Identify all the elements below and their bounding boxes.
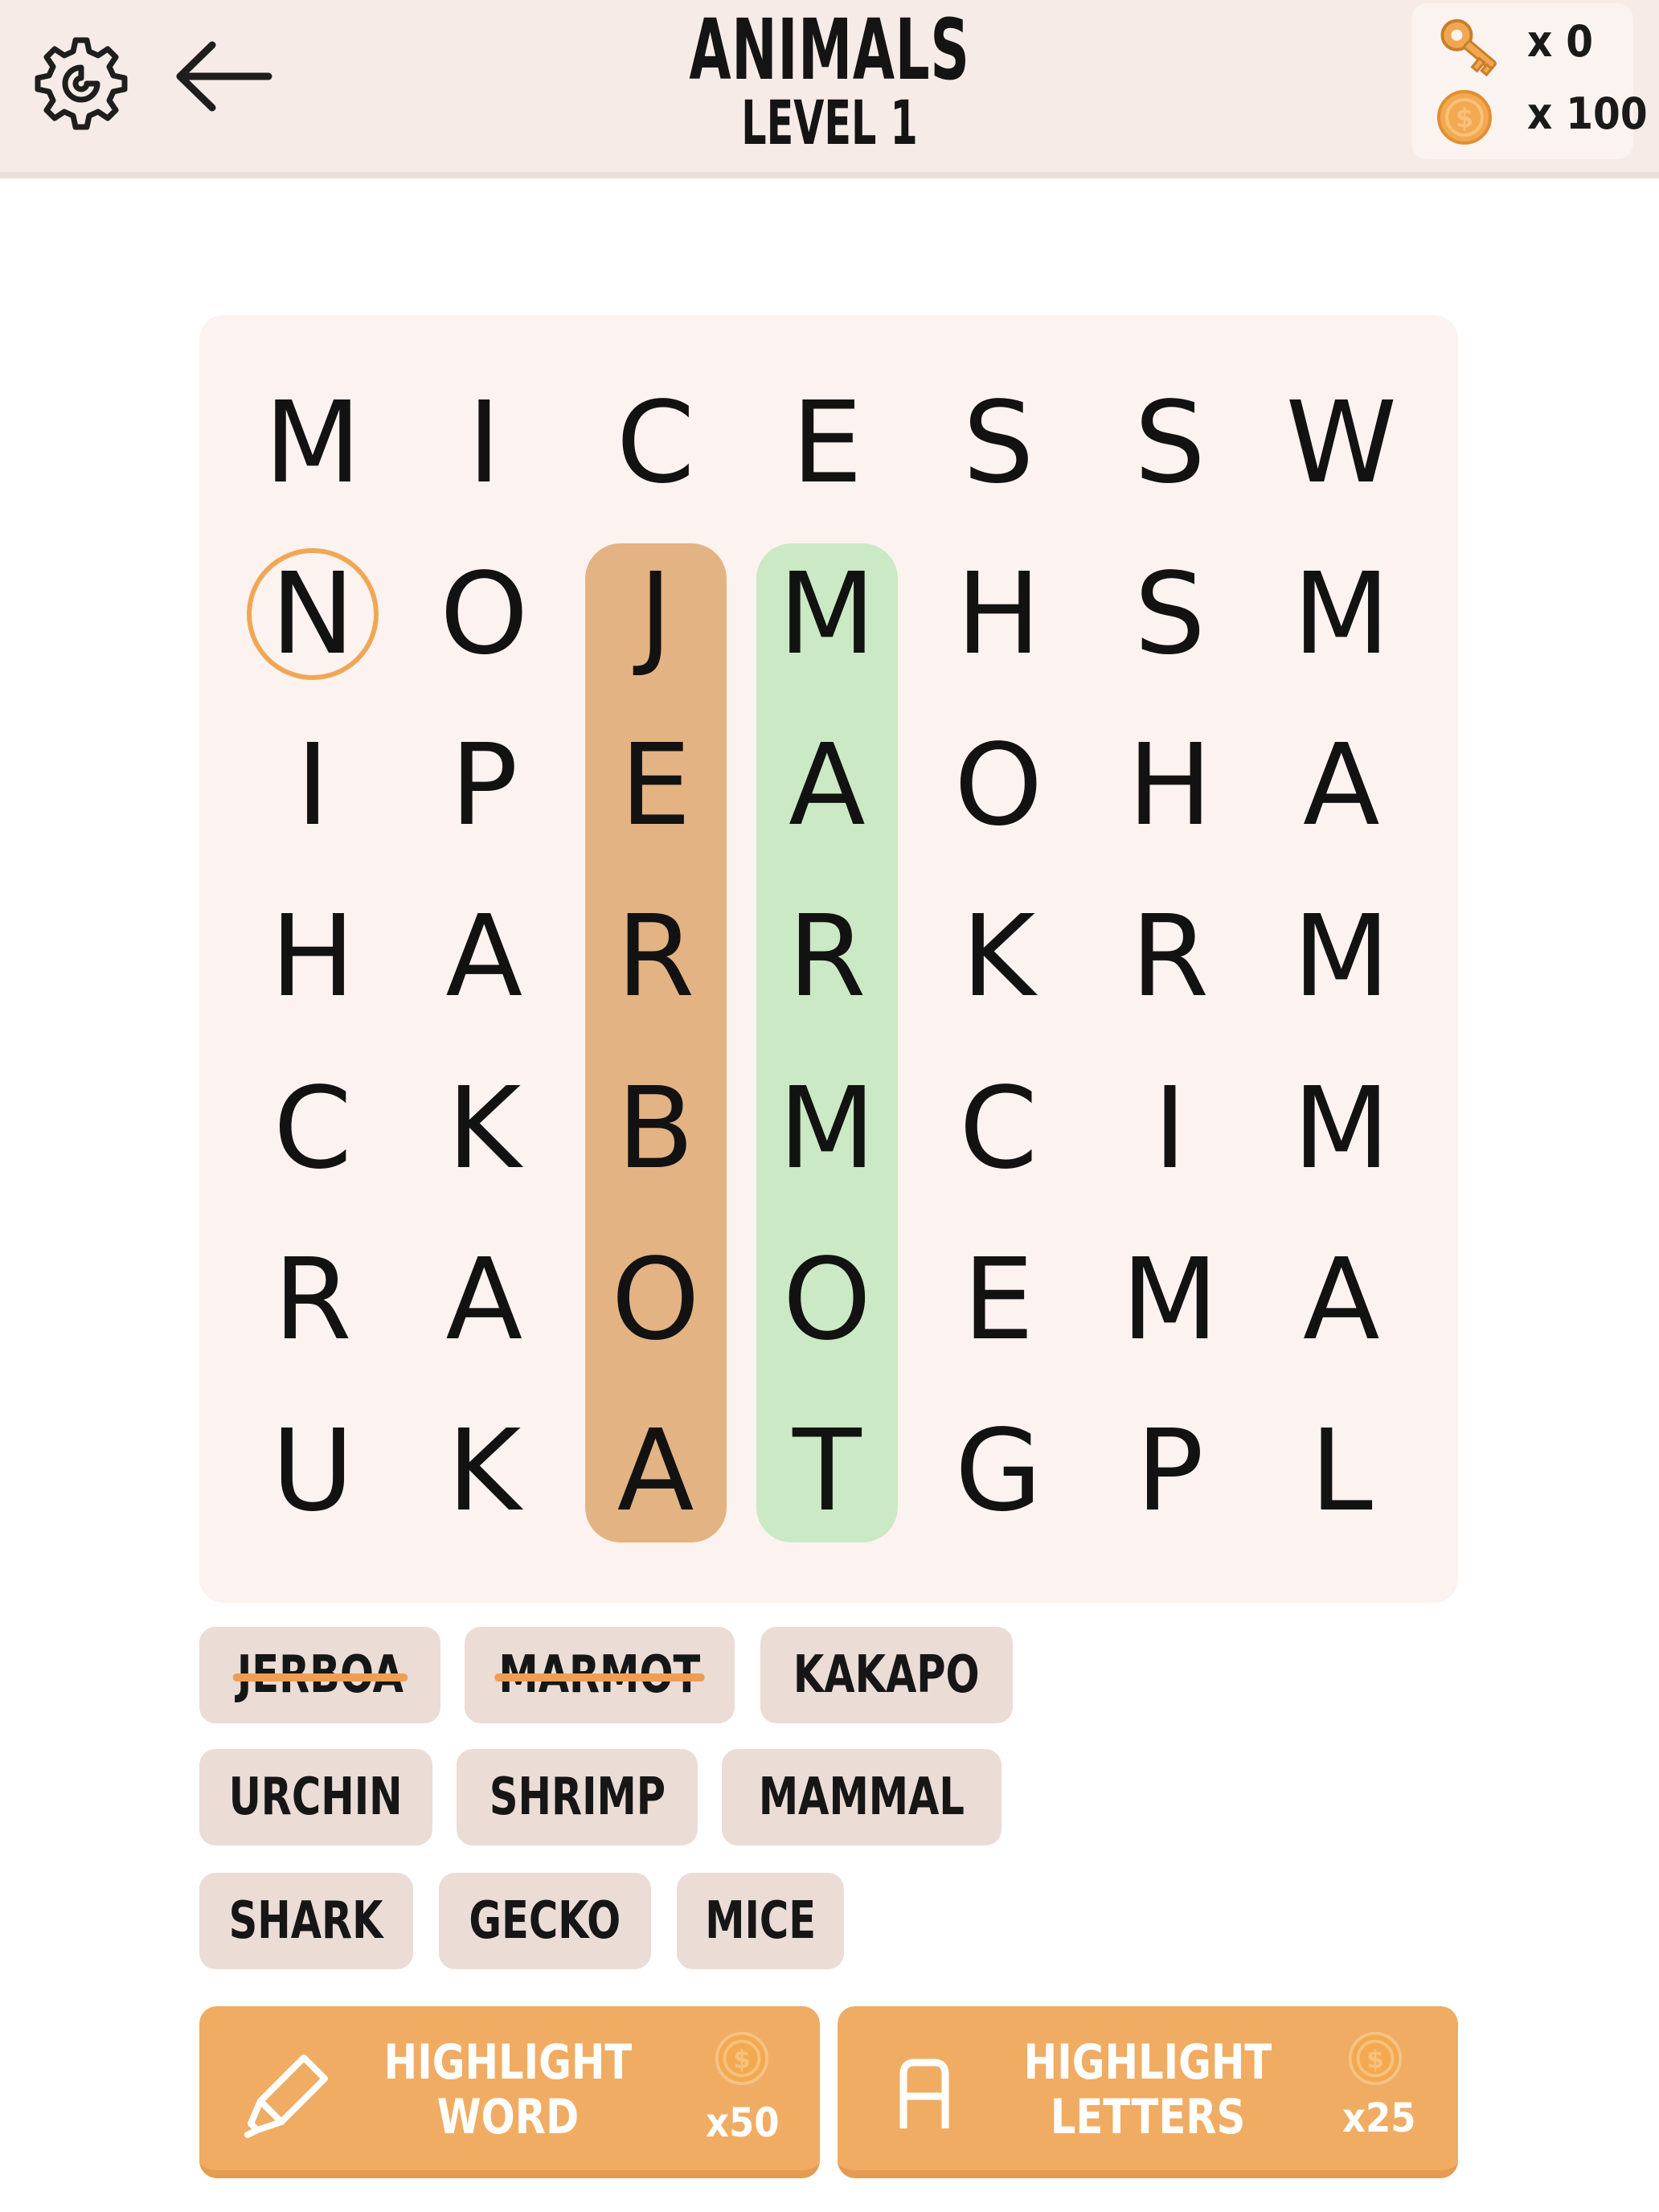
coins-count: x 100 [1527, 88, 1648, 139]
grid-cell[interactable]: T [741, 1386, 913, 1558]
grid-cell[interactable]: A [398, 871, 570, 1043]
grid-cell[interactable]: A [1256, 700, 1428, 872]
grid-cell[interactable]: C [570, 357, 742, 529]
highlight-letters-line1: HIGHLIGHT [1023, 2034, 1272, 2091]
grid-cell[interactable]: O [741, 1215, 913, 1387]
grid-cell[interactable]: R [570, 871, 742, 1043]
word-chip-marmot: MARMOT [465, 1627, 735, 1723]
grid-cell[interactable]: N [227, 528, 399, 700]
highlight-word-line2: WORD [436, 2089, 580, 2145]
coin-icon: $ [1437, 90, 1492, 145]
grid-cell[interactable]: M [741, 1043, 913, 1215]
grid-cell[interactable]: H [912, 528, 1084, 700]
word-chip-mice: MICE [677, 1873, 844, 1969]
grid-cell[interactable]: E [741, 357, 913, 529]
grid-cell[interactable]: A [570, 1386, 742, 1558]
grid-cell[interactable]: J [570, 528, 742, 700]
grid-cell[interactable]: I [398, 357, 570, 529]
grid-cell[interactable]: O [912, 700, 1084, 872]
word-chip-shrimp: SHRIMP [457, 1749, 698, 1845]
highlight-word-button[interactable]: HIGHLIGHT WORD $ x50 [199, 2006, 820, 2178]
grid-cell[interactable]: S [1084, 528, 1256, 700]
top-bar: ANIMALS LEVEL 1 x 0 $ x 100 [0, 0, 1659, 178]
svg-text:$: $ [1366, 2046, 1384, 2075]
grid-cell[interactable]: M [1256, 1043, 1428, 1215]
grid-cell[interactable]: K [398, 1386, 570, 1558]
grid-cell[interactable]: L [1256, 1386, 1428, 1558]
grid-cell[interactable]: P [1084, 1386, 1256, 1558]
grid-cell[interactable]: R [227, 1215, 399, 1387]
grid-cell[interactable]: G [912, 1386, 1084, 1558]
grid-cell[interactable]: O [570, 1215, 742, 1387]
word-chip-jerboa: JERBOA [199, 1627, 440, 1723]
grid-cell[interactable]: O [398, 528, 570, 700]
grid-cell[interactable]: M [227, 357, 399, 529]
word-chip-gecko: GECKO [439, 1873, 651, 1969]
word-chip-shark: SHARK [199, 1873, 413, 1969]
gear-icon [35, 37, 128, 130]
coin-icon: $ [1348, 2031, 1403, 2086]
settings-button[interactable] [31, 32, 132, 133]
grid-cell[interactable]: K [912, 871, 1084, 1043]
grid-cell[interactable]: K [398, 1043, 570, 1215]
grid-cell[interactable]: R [1084, 871, 1256, 1043]
grid-cell[interactable]: E [570, 700, 742, 872]
keys-count: x 0 [1527, 16, 1594, 67]
word-chip-mammal: MAMMAL [722, 1749, 1002, 1845]
highlighter-pen-icon [244, 2054, 328, 2138]
highlight-letters-button[interactable]: HIGHLIGHT LETTERS $ x25 [838, 2006, 1458, 2178]
level-label: LEVEL 1 [741, 87, 918, 158]
grid-cell[interactable]: W [1256, 357, 1428, 529]
word-chip-urchin: URCHIN [199, 1749, 432, 1845]
grid-cell[interactable]: I [227, 700, 399, 872]
grid-cell[interactable]: I [1084, 1043, 1256, 1215]
grid-cell[interactable]: H [227, 871, 399, 1043]
key-icon [1440, 18, 1497, 77]
highlight-letters-cost: x25 [1342, 2095, 1416, 2141]
grid-cell[interactable]: S [912, 357, 1084, 529]
grid-cell[interactable]: A [1256, 1215, 1428, 1387]
currency-panel: x 0 $ x 100 [1411, 3, 1648, 159]
grid-cell[interactable]: B [570, 1043, 742, 1215]
grid-cell[interactable]: A [741, 700, 913, 872]
letter-a-icon [899, 2058, 949, 2128]
grid-cell[interactable]: A [398, 1215, 570, 1387]
grid-cell[interactable]: S [1084, 357, 1256, 529]
grid-cell[interactable]: R [741, 871, 913, 1043]
grid-cell[interactable]: U [227, 1386, 399, 1558]
word-chip-kakapo: KAKAPO [760, 1627, 1013, 1723]
highlight-word-cost: x50 [706, 2099, 780, 2146]
grid-cell[interactable]: P [398, 700, 570, 872]
grid-cell[interactable]: M [741, 528, 913, 700]
highlight-letters-line2: LETTERS [1050, 2089, 1246, 2145]
coin-icon: $ [715, 2031, 769, 2086]
grid-cell[interactable]: C [227, 1043, 399, 1215]
svg-text:$: $ [1456, 103, 1473, 133]
letter-grid[interactable]: MICESSWNOJMHSMIPEAOHAHARRKRMCKBMCIMRAOOE… [199, 315, 1458, 1603]
grid-cell[interactable]: M [1256, 528, 1428, 700]
highlight-word-line1: HIGHLIGHT [383, 2034, 633, 2091]
svg-text:$: $ [733, 2046, 751, 2075]
grid-cell[interactable]: H [1084, 700, 1256, 872]
grid-cell[interactable]: E [912, 1215, 1084, 1387]
category-title: ANIMALS [689, 1, 970, 99]
grid-cell[interactable]: M [1256, 871, 1428, 1043]
grid-cell[interactable]: C [912, 1043, 1084, 1215]
grid-cell[interactable]: M [1084, 1215, 1256, 1387]
